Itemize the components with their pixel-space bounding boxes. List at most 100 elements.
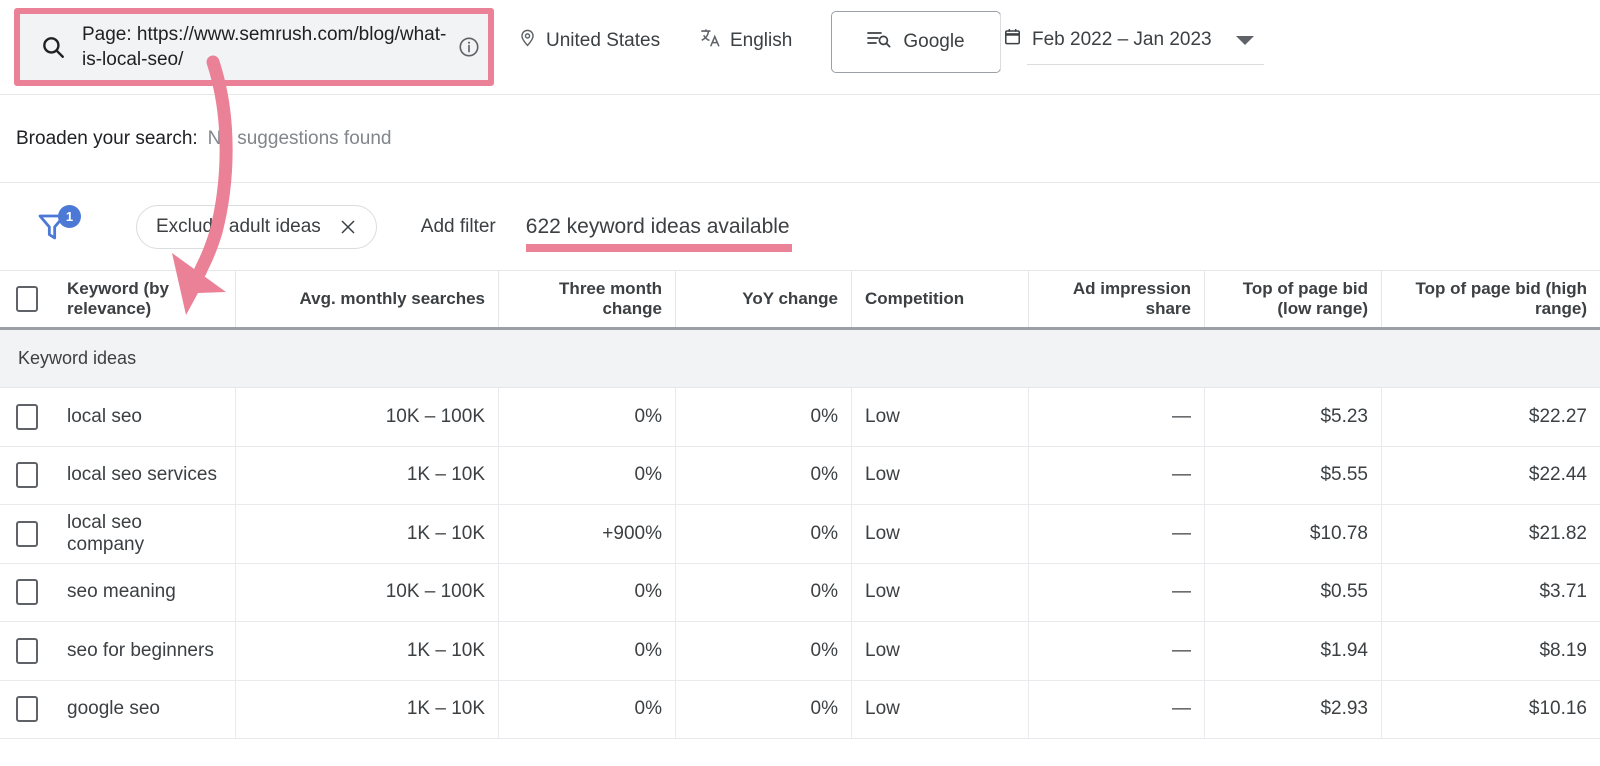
- row-checkbox[interactable]: [16, 520, 38, 547]
- column-header-three-month-change[interactable]: Three month change: [499, 271, 676, 327]
- filter-bar: 1 Exclude adult ideas Add filter 622 key…: [0, 184, 1600, 270]
- row-checkbox-cell: [0, 388, 54, 446]
- keyword-ideas-count-wrap: 622 keyword ideas available: [525, 215, 792, 252]
- keyword-planner-screen: Page: https://www.semrush.com/blog/what-…: [0, 0, 1600, 766]
- row-checkbox-cell: [0, 564, 54, 622]
- cell-three-month-change: 0%: [499, 563, 676, 621]
- chevron-down-icon[interactable]: [1236, 36, 1254, 45]
- cell-yoy-change: 0%: [676, 446, 852, 504]
- cell-yoy-change: 0%: [676, 388, 852, 446]
- cell-top-bid-high: $10.16: [1528, 698, 1587, 720]
- cell-ad-impression-share: —: [1029, 680, 1205, 738]
- cell-keyword: local seo services: [54, 446, 236, 504]
- column-header-top-bid-high[interactable]: Top of page bid (high range): [1382, 271, 1600, 327]
- translate-icon: [699, 26, 730, 55]
- table-row[interactable]: local seo services 1K – 10K 0% 0% Low — $5.55 $…: [0, 446, 1600, 505]
- broaden-search-value: No suggestions found: [207, 128, 392, 149]
- table-row[interactable]: google seo 1K – 10K 0% 0% Low — $2.93 $10.16: [0, 680, 1600, 739]
- cell-avg-monthly-searches: 1K – 10K: [236, 446, 499, 504]
- row-checkbox-cell: [0, 505, 54, 563]
- cell-top-bid-low: $2.93: [1205, 680, 1382, 738]
- filter-count-badge: 1: [58, 205, 81, 228]
- cell-top-bid-low: $5.55: [1205, 446, 1382, 504]
- table-row[interactable]: local seo 10K – 100K 0% 0% Low — $5.23 $22.27: [0, 388, 1600, 447]
- cell-ad-impression-share: —: [1029, 622, 1205, 680]
- language-label: English: [730, 29, 793, 51]
- cell-three-month-change: 0%: [499, 446, 676, 504]
- column-header-ad-impression-share[interactable]: Ad impression share: [1029, 271, 1205, 327]
- cell-competition: Low: [852, 622, 1029, 680]
- calendar-icon: [1003, 26, 1022, 53]
- row-checkbox-cell: [0, 447, 54, 505]
- manage-search-icon: [867, 29, 903, 55]
- date-range-selector[interactable]: Feb 2022 – Jan 2023: [1003, 26, 1212, 53]
- location-selector[interactable]: United States: [518, 26, 660, 55]
- cell-keyword: local seo company: [54, 505, 236, 563]
- table-row[interactable]: local seo company 1K – 10K +900% 0% Low — $10.…: [0, 505, 1600, 564]
- filter-chip-exclude-adult-ideas[interactable]: Exclude adult ideas: [136, 205, 377, 249]
- toolbar-divider: [1000, 13, 1001, 71]
- cell-three-month-change: 0%: [499, 388, 676, 446]
- add-filter-button[interactable]: Add filter: [421, 216, 496, 238]
- column-header-keyword[interactable]: Keyword (by relevance): [54, 271, 236, 327]
- row-checkbox[interactable]: [16, 579, 38, 606]
- keyword-ideas-count[interactable]: 622 keyword ideas available: [526, 215, 790, 238]
- cell-top-bid-high: $3.71: [1539, 581, 1587, 603]
- cell-top-bid-high: $8.19: [1539, 639, 1587, 661]
- column-header-yoy-change[interactable]: YoY change: [676, 271, 852, 327]
- search-network-button[interactable]: Google: [831, 11, 1001, 73]
- search-input[interactable]: Page: https://www.semrush.com/blog/what-…: [20, 14, 488, 80]
- cell-top-bid-high: $22.44: [1528, 464, 1587, 486]
- cell-top-bid-high: $21.82: [1528, 522, 1587, 544]
- cell-keyword: google seo: [54, 680, 236, 738]
- cell-yoy-change: 0%: [676, 563, 852, 621]
- cell-three-month-change: 0%: [499, 622, 676, 680]
- keyword-ideas-table: Keyword (by relevance) Avg. monthly sear…: [0, 270, 1600, 739]
- top-toolbar: Page: https://www.semrush.com/blog/what-…: [0, 0, 1600, 95]
- language-selector[interactable]: English: [699, 26, 792, 55]
- cell-ad-impression-share: —: [1029, 505, 1205, 563]
- cell-ad-impression-share: —: [1029, 563, 1205, 621]
- cell-competition: Low: [852, 446, 1029, 504]
- info-icon[interactable]: [458, 36, 480, 58]
- date-range-underline: [1027, 64, 1264, 65]
- cell-avg-monthly-searches: 1K – 10K: [236, 505, 499, 563]
- cell-yoy-change: 0%: [676, 680, 852, 738]
- search-icon: [40, 34, 66, 60]
- underline-annotation: [525, 244, 792, 252]
- filter-funnel-icon[interactable]: 1: [36, 205, 82, 245]
- location-label: United States: [546, 29, 661, 51]
- row-checkbox[interactable]: [16, 403, 38, 430]
- table-row[interactable]: seo for beginners 1K – 10K 0% 0% Low — $1.94 $8…: [0, 622, 1600, 681]
- column-header-top-bid-low[interactable]: Top of page bid (low range): [1205, 271, 1382, 327]
- table-body: local seo 10K – 100K 0% 0% Low — $5.23 $22.27 lo…: [0, 388, 1600, 739]
- search-network-label: Google: [903, 31, 965, 52]
- location-pin-icon: [518, 26, 546, 55]
- cell-ad-impression-share: —: [1029, 446, 1205, 504]
- search-highlight-box: Page: https://www.semrush.com/blog/what-…: [14, 8, 494, 86]
- cell-top-bid-low: $1.94: [1205, 622, 1382, 680]
- cell-three-month-change: 0%: [499, 680, 676, 738]
- column-header-avg-monthly-searches[interactable]: Avg. monthly searches: [236, 271, 499, 327]
- cell-top-bid-high: $22.27: [1528, 405, 1587, 427]
- row-checkbox[interactable]: [16, 462, 38, 489]
- filter-chip-label: Exclude adult ideas: [156, 216, 321, 237]
- column-header-competition[interactable]: Competition: [852, 271, 1029, 327]
- cell-avg-monthly-searches: 1K – 10K: [236, 680, 499, 738]
- table-row[interactable]: seo meaning 10K – 100K 0% 0% Low — $0.55 $3.71: [0, 563, 1600, 622]
- row-checkbox[interactable]: [16, 637, 38, 664]
- cell-avg-monthly-searches: 10K – 100K: [236, 563, 499, 621]
- cell-keyword: seo meaning: [54, 563, 236, 621]
- select-all-checkbox[interactable]: [16, 286, 38, 312]
- cell-three-month-change: +900%: [499, 505, 676, 563]
- broaden-search-label: Broaden your search:: [16, 128, 198, 149]
- select-all-checkbox-cell: [0, 271, 54, 327]
- cell-top-bid-low: $5.23: [1205, 388, 1382, 446]
- broaden-search-bar: Broaden your search: No suggestions foun…: [0, 96, 1600, 183]
- close-icon[interactable]: [339, 218, 357, 236]
- cell-yoy-change: 0%: [676, 622, 852, 680]
- table-header-row: Keyword (by relevance) Avg. monthly sear…: [0, 270, 1600, 330]
- row-checkbox[interactable]: [16, 696, 38, 723]
- row-checkbox-cell: [0, 622, 54, 680]
- date-range-label: Feb 2022 – Jan 2023: [1032, 28, 1212, 50]
